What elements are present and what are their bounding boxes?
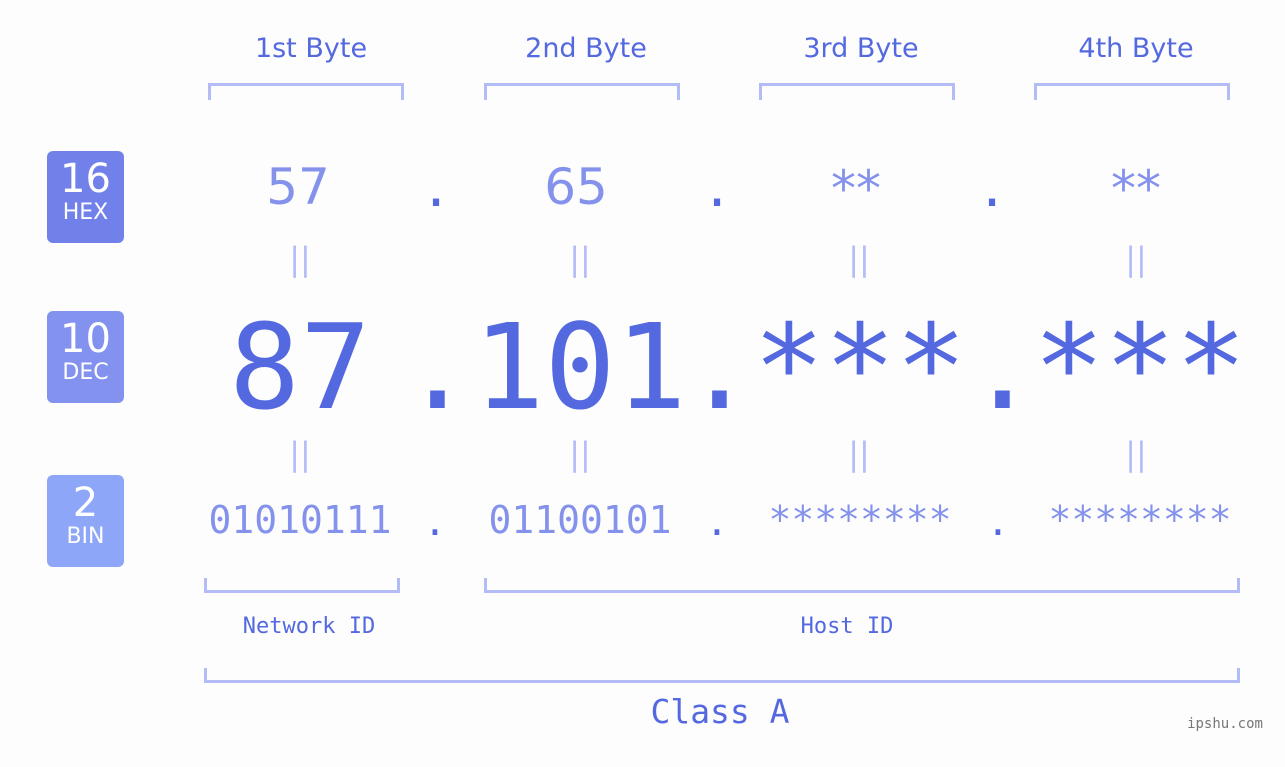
host-id-label: Host ID — [800, 614, 894, 639]
hex-badge: 16 HEX — [47, 151, 124, 243]
network-bracket — [204, 578, 400, 593]
byte-bracket-2 — [484, 83, 680, 100]
hex-value-2: 65 — [544, 158, 608, 216]
hex-separator-3: . — [976, 160, 1008, 218]
dec-badge-number: 10 — [60, 316, 111, 362]
byte-bracket-3 — [759, 83, 955, 100]
host-bracket — [484, 578, 1240, 593]
bin-badge: 2 BIN — [47, 475, 124, 567]
equals-sign: || — [569, 435, 591, 473]
dec-value-4: *** — [1033, 298, 1247, 436]
dec-value-1: 87 — [228, 298, 372, 436]
bin-value-1: 01010111 — [208, 498, 392, 542]
bin-badge-label: BIN — [66, 524, 105, 549]
bin-value-4: ******** — [1048, 498, 1232, 542]
class-label: Class A — [650, 692, 790, 731]
equals-sign: || — [1125, 240, 1147, 278]
dec-value-2: 101 — [473, 298, 687, 436]
hex-separator-2: . — [701, 160, 733, 218]
equals-sign: || — [848, 240, 870, 278]
watermark: ipshu.com — [1187, 716, 1263, 732]
bin-value-3: ******** — [768, 498, 952, 542]
equals-sign: || — [1125, 435, 1147, 473]
bin-value-2: 01100101 — [488, 498, 672, 542]
byte-bracket-1 — [208, 83, 404, 100]
byte-bracket-4 — [1034, 83, 1230, 100]
byte-header-2: 2nd Byte — [525, 33, 647, 64]
equals-sign: || — [289, 240, 311, 278]
network-id-label: Network ID — [242, 614, 376, 639]
hex-value-4: ** — [1111, 160, 1161, 218]
equals-sign: || — [848, 435, 870, 473]
equals-sign: || — [569, 240, 591, 278]
hex-separator-1: . — [420, 160, 452, 218]
hex-badge-number: 16 — [60, 156, 111, 202]
hex-value-1: 57 — [266, 158, 330, 216]
bin-badge-number: 2 — [72, 480, 99, 526]
hex-value-3: ** — [831, 160, 881, 218]
dec-value-3: *** — [753, 298, 967, 436]
dec-badge-label: DEC — [62, 360, 109, 385]
byte-header-4: 4th Byte — [1078, 33, 1194, 64]
hex-badge-label: HEX — [62, 200, 109, 225]
equals-sign: || — [289, 435, 311, 473]
byte-header-1: 1st Byte — [254, 33, 368, 64]
byte-header-3: 3rd Byte — [803, 33, 919, 64]
dec-badge: 10 DEC — [47, 311, 124, 403]
class-bracket — [204, 668, 1240, 683]
